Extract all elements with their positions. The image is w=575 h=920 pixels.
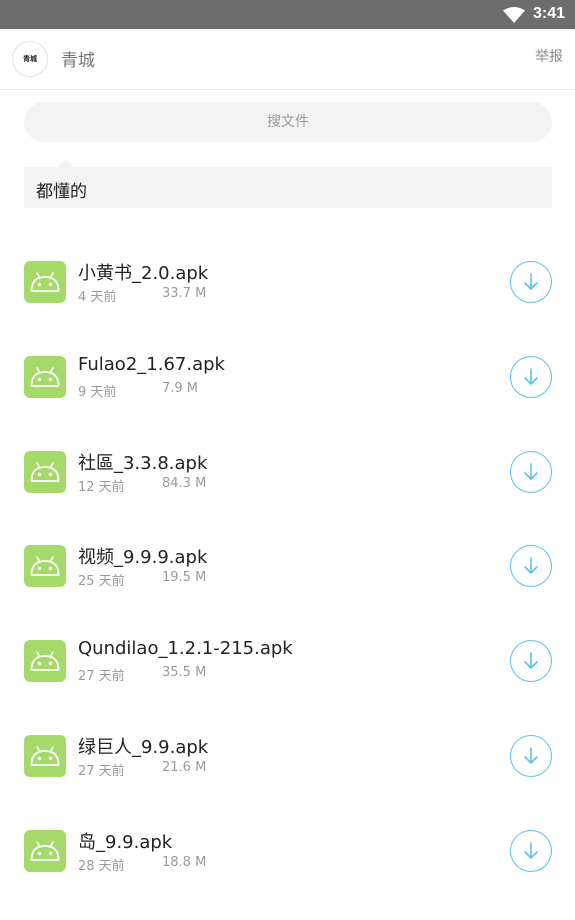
download-arrow-icon [524, 367, 538, 385]
file-name: 岛_9.9.apk [78, 831, 173, 853]
file-date: 28 天前 [78, 858, 125, 874]
file-date: 27 天前 [78, 763, 125, 779]
file-list-item[interactable]: 岛_9.9.apk 28 天前 18.8 M [0, 803, 575, 898]
file-size: 18.8 M [162, 854, 207, 870]
download-arrow-icon [524, 652, 538, 669]
android-icon [24, 545, 66, 588]
download-arrow-icon [524, 557, 538, 575]
download-arrow-icon [524, 462, 538, 480]
avatar-logo-text: 青城 [23, 55, 37, 63]
file-list-item[interactable]: 绿巨人_9.9.apk 27 天前 21.6 M [0, 708, 575, 803]
file-list-item[interactable]: Qundilao_1.2.1-215.apk 27 天前 35.5 M [0, 613, 575, 708]
avatar[interactable]: 青城 [12, 41, 48, 77]
download-arrow-icon [524, 747, 538, 764]
file-name: 社區_3.3.8.apk [78, 452, 208, 474]
android-icon [24, 261, 66, 303]
file-size: 84.3 M [162, 475, 207, 491]
file-date: 12 天前 [78, 479, 125, 495]
download-button[interactable] [510, 545, 552, 588]
file-list: 小黄书_2.0.apk 4 天前 33.7 M Fulao2_1.67.apk … [0, 234, 575, 898]
file-name: 绿巨人_9.9.apk [78, 736, 209, 758]
file-size: 21.6 M [162, 759, 207, 775]
file-date: 9 天前 [78, 384, 117, 400]
android-icon [24, 640, 66, 683]
file-name: 小黄书_2.0.apk [78, 263, 209, 284]
file-list-item[interactable]: 视频_9.9.9.apk 25 天前 19.5 M [0, 518, 575, 613]
app-bar: 青城 青城 举报 [0, 29, 575, 90]
wifi-icon [503, 7, 525, 23]
download-button[interactable] [510, 450, 552, 493]
download-arrow-icon [524, 841, 538, 859]
status-bar: 3:41 [0, 0, 575, 29]
download-button[interactable] [510, 734, 552, 777]
file-size: 35.5 M [162, 665, 207, 681]
file-date: 27 天前 [78, 669, 125, 685]
download-button[interactable] [510, 640, 552, 683]
app-title: 青城 [61, 51, 95, 71]
file-date: 4 天前 [78, 290, 117, 305]
android-icon [24, 450, 66, 493]
search-input[interactable] [24, 102, 552, 142]
download-button[interactable] [510, 355, 552, 398]
file-size: 33.7 M [162, 286, 207, 301]
folder-name: 都懂的 [36, 182, 87, 202]
file-list-item[interactable]: Fulao2_1.67.apk 9 天前 7.9 M [0, 329, 575, 424]
android-icon [24, 829, 66, 872]
file-name: Fulao2_1.67.apk [78, 353, 225, 375]
download-button[interactable] [510, 261, 552, 303]
report-link[interactable]: 举报 [535, 46, 563, 66]
download-button[interactable] [510, 829, 552, 872]
file-list-item[interactable]: 小黄书_2.0.apk 4 天前 33.7 M [0, 234, 575, 329]
file-name: 视频_9.9.9.apk [78, 547, 208, 569]
file-name: Qundilao_1.2.1-215.apk [78, 638, 293, 660]
download-arrow-icon [524, 273, 538, 290]
search-box[interactable] [24, 102, 552, 142]
status-time: 3:41 [533, 5, 566, 22]
file-size: 19.5 M [162, 570, 207, 586]
file-date: 25 天前 [78, 574, 125, 590]
folder-tag: 都懂的 [24, 159, 552, 208]
android-icon [24, 355, 66, 398]
android-icon [24, 734, 66, 777]
file-list-item[interactable]: 社區_3.3.8.apk 12 天前 84.3 M [0, 424, 575, 519]
file-size: 7.9 M [162, 380, 199, 396]
